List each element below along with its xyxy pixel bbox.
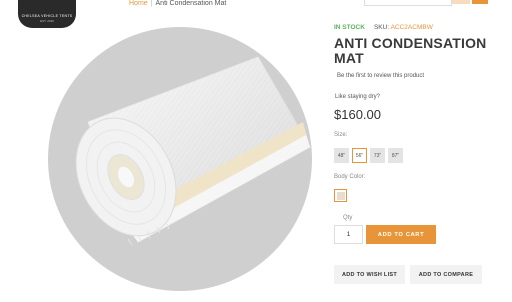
breadcrumb-current: Anti Condensation Mat xyxy=(155,0,227,7)
breadcrumb-home-link[interactable]: Home xyxy=(129,0,148,7)
color-label: Body Color: xyxy=(334,174,366,180)
sku-label: SKU: xyxy=(373,24,390,31)
size-option[interactable]: 87" xyxy=(388,148,403,163)
qty-input[interactable]: 1 xyxy=(334,225,363,244)
breadcrumb-separator: | xyxy=(150,0,153,7)
color-swatch[interactable] xyxy=(334,189,347,202)
color-swatch-fill xyxy=(336,191,345,200)
search-box[interactable] xyxy=(364,0,452,6)
breadcrumb: Home | Anti Condensation Mat xyxy=(129,0,226,8)
size-selector: 48" 56" 73" 87" xyxy=(334,148,403,163)
qty-label: Qty xyxy=(343,215,353,221)
logo-subtext: EST. 2020 xyxy=(40,19,54,23)
size-option[interactable]: 48" xyxy=(334,148,349,163)
mat-roll-illustration xyxy=(75,56,311,246)
size-label: Size: xyxy=(334,132,348,138)
stock-row: IN STOCK SKU: ACC2ACMBW xyxy=(334,24,433,31)
product-price: $160.00 xyxy=(334,107,381,122)
product-tagline: Like staying dry? xyxy=(335,94,381,100)
stock-status: IN STOCK xyxy=(334,24,365,31)
store-logo[interactable]: CHELSEA VEHICLE TENTS EST. 2020 xyxy=(18,0,76,28)
size-option-selected[interactable]: 56" xyxy=(352,148,367,163)
add-to-cart-button[interactable]: ADD TO CART xyxy=(366,225,436,244)
add-to-compare-button[interactable]: ADD TO COMPARE xyxy=(410,265,482,284)
sku-value: ACC2ACMBW xyxy=(390,24,433,31)
size-option[interactable]: 73" xyxy=(370,148,385,163)
product-title: ANTI CONDENSATION MAT xyxy=(334,35,487,66)
header-button[interactable] xyxy=(452,0,470,4)
add-to-wish-list-button[interactable]: ADD TO WISH LIST xyxy=(334,265,405,284)
cart-header-button[interactable] xyxy=(472,0,488,4)
review-link[interactable]: Be the first to review this product xyxy=(337,73,424,79)
product-image[interactable] xyxy=(48,27,312,291)
